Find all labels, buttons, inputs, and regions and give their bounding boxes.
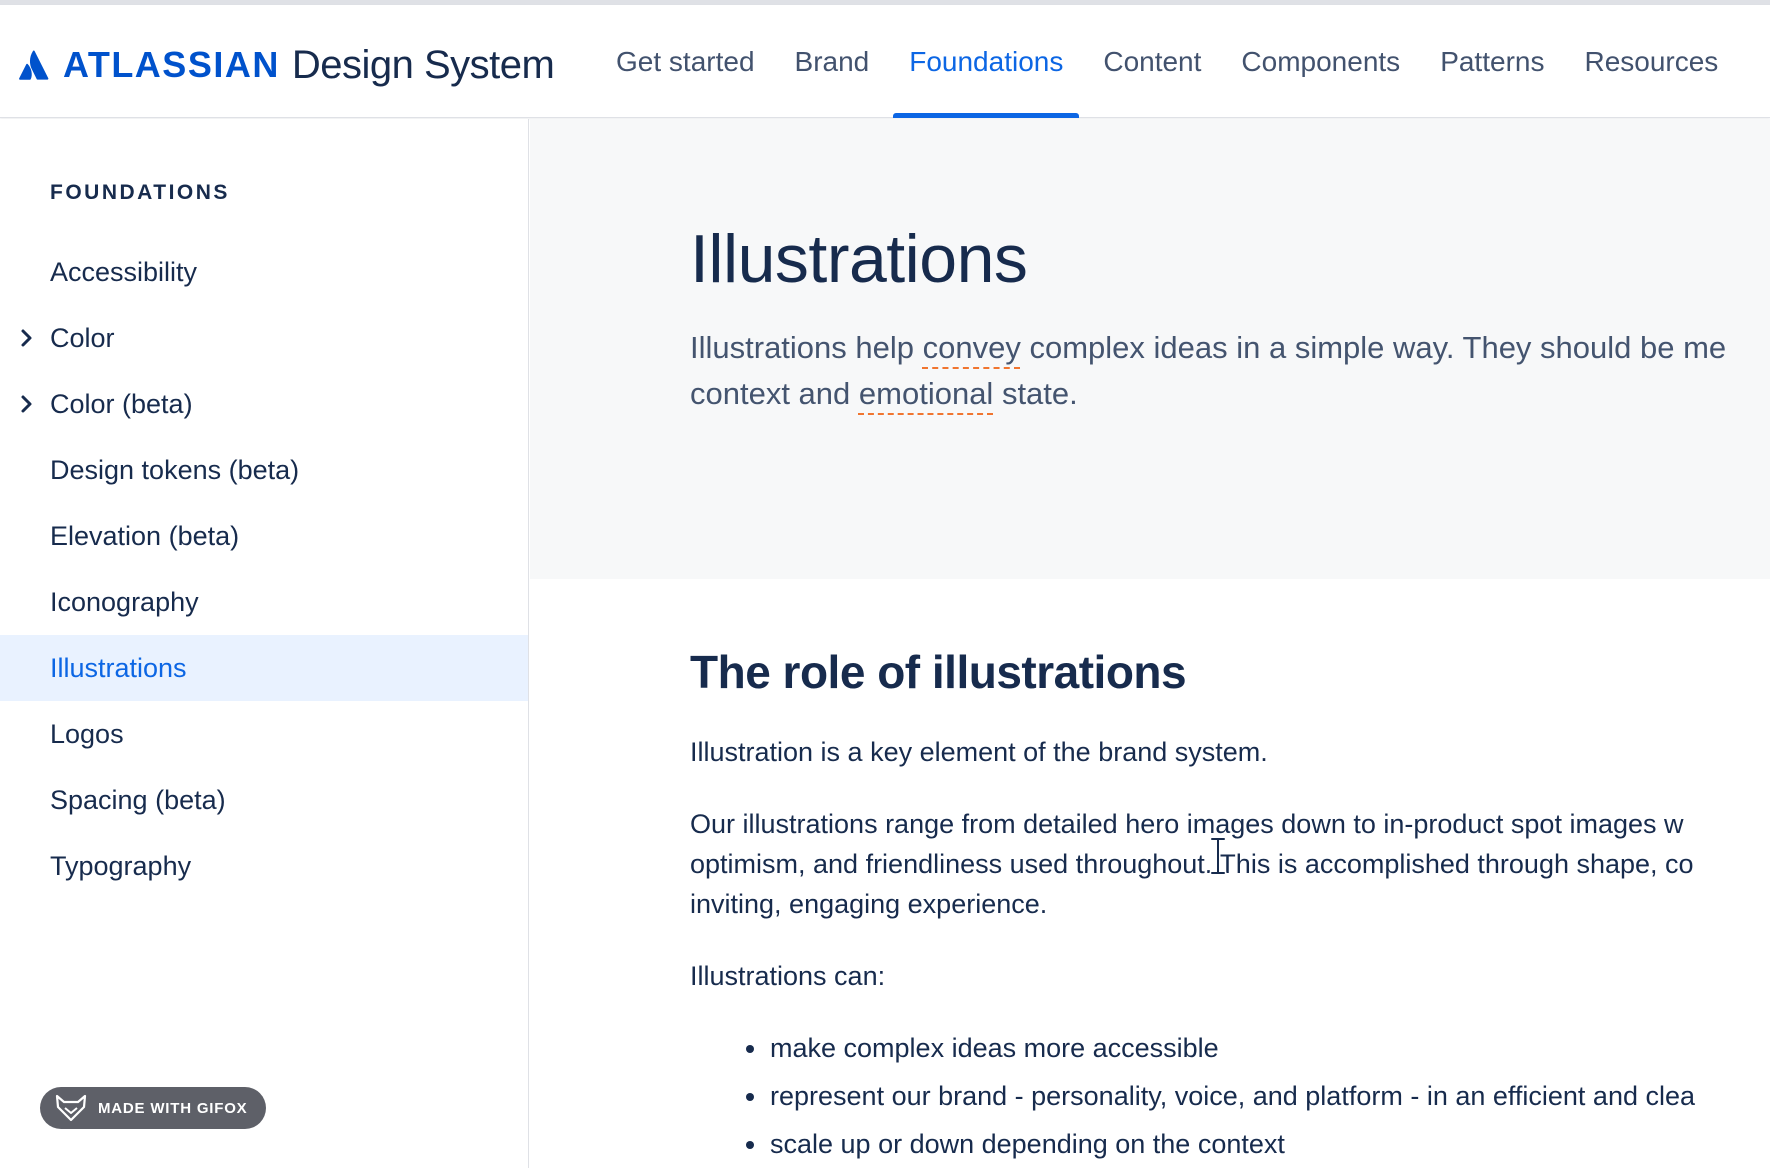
sidebar-item-label: Iconography bbox=[50, 586, 199, 617]
site-header: ATLASSIAN Design System Get started Bran… bbox=[0, 5, 1770, 118]
nav-content[interactable]: Content bbox=[1083, 5, 1221, 118]
sidebar-item-logos[interactable]: Logos bbox=[0, 701, 528, 767]
sidebar-item-color-beta[interactable]: Color (beta) bbox=[0, 371, 528, 437]
sidebar-item-spacing[interactable]: Spacing (beta) bbox=[0, 767, 528, 833]
sidebar-item-label: Illustrations bbox=[50, 652, 187, 683]
paragraph-line: Our illustrations range from detailed he… bbox=[690, 809, 1684, 839]
sidebar-item-label: Elevation (beta) bbox=[50, 520, 240, 551]
list-item: represent our brand - personality, voice… bbox=[690, 1076, 1695, 1124]
sidebar-item-illustrations[interactable]: Illustrations bbox=[0, 635, 528, 701]
sidebar-item-label: Typography bbox=[50, 850, 192, 881]
lead-line-2: context and emotional state. bbox=[690, 371, 1770, 417]
nav-get-started[interactable]: Get started bbox=[596, 5, 775, 118]
lead-text: Illustrations help bbox=[690, 330, 923, 365]
gifox-badge: MADE WITH GIFOX bbox=[40, 1087, 266, 1129]
paragraph-line: optimism, and friendliness used througho… bbox=[690, 849, 1694, 879]
nav-patterns[interactable]: Patterns bbox=[1420, 5, 1564, 118]
section-heading: The role of illustrations bbox=[690, 646, 1187, 698]
atlassian-logo-icon bbox=[19, 50, 49, 80]
fox-icon bbox=[55, 1094, 87, 1122]
sidebar-item-typography[interactable]: Typography bbox=[0, 833, 528, 899]
sidebar-item-color[interactable]: Color bbox=[0, 305, 528, 371]
sidebar-item-accessibility[interactable]: Accessibility bbox=[0, 239, 528, 305]
sidebar-item-design-tokens[interactable]: Design tokens (beta) bbox=[0, 437, 528, 503]
lead-text: context and bbox=[690, 376, 859, 411]
sidebar-item-label: Logos bbox=[50, 718, 124, 749]
nav-components[interactable]: Components bbox=[1221, 5, 1420, 118]
text-cursor-icon bbox=[1209, 836, 1227, 876]
top-nav: Get started Brand Foundations Content Co… bbox=[596, 5, 1738, 118]
body-paragraph: Illustration is a key element of the bra… bbox=[690, 737, 1268, 767]
sidebar-item-elevation[interactable]: Elevation (beta) bbox=[0, 503, 528, 569]
logo-wordmark: ATLASSIAN bbox=[63, 44, 280, 85]
sidebar-item-label: Color bbox=[50, 322, 115, 353]
lead-text: state. bbox=[993, 376, 1078, 411]
body-paragraph: Illustrations can: bbox=[690, 961, 886, 991]
sidebar-item-label: Color (beta) bbox=[50, 388, 193, 419]
gifox-badge-label: MADE WITH GIFOX bbox=[98, 1099, 248, 1117]
spellcheck-word[interactable]: convey bbox=[923, 330, 1021, 365]
sidebar-item-label: Design tokens (beta) bbox=[50, 454, 300, 485]
sidebar-item-label: Accessibility bbox=[50, 256, 198, 287]
nav-foundations[interactable]: Foundations bbox=[889, 5, 1083, 118]
paragraph-line: inviting, engaging experience. bbox=[690, 889, 1048, 919]
bullet-list: make complex ideas more accessible repre… bbox=[690, 1028, 1695, 1172]
sidebar-item-label: Spacing (beta) bbox=[50, 784, 226, 815]
chevron-right-icon[interactable] bbox=[18, 394, 36, 414]
sidebar-item-iconography[interactable]: Iconography bbox=[0, 569, 528, 635]
page-title: Illustrations bbox=[690, 221, 1028, 297]
list-item: scale up or down depending on the contex… bbox=[690, 1124, 1695, 1172]
body-paragraph-multiline: Our illustrations range from detailed he… bbox=[690, 804, 1694, 924]
sidebar-nav-list: Accessibility Color Color (beta) Design … bbox=[0, 239, 528, 899]
sidebar-heading: FOUNDATIONS bbox=[50, 181, 230, 204]
spellcheck-word[interactable]: emotional bbox=[859, 376, 993, 411]
nav-resources[interactable]: Resources bbox=[1564, 5, 1738, 118]
lead-text: complex ideas in a simple way. They shou… bbox=[1020, 330, 1727, 365]
nav-brand[interactable]: Brand bbox=[775, 5, 890, 118]
logo-product-name: Design System bbox=[291, 42, 555, 87]
chevron-right-icon[interactable] bbox=[18, 328, 36, 348]
page-lead: Illustrations help convey complex ideas … bbox=[690, 325, 1770, 417]
site-logo[interactable]: ATLASSIAN Design System bbox=[18, 41, 555, 89]
lead-line-1: Illustrations help convey complex ideas … bbox=[690, 325, 1770, 371]
list-item: make complex ideas more accessible bbox=[690, 1028, 1695, 1076]
sidebar: FOUNDATIONS Accessibility Color Color (b… bbox=[0, 119, 529, 1168]
